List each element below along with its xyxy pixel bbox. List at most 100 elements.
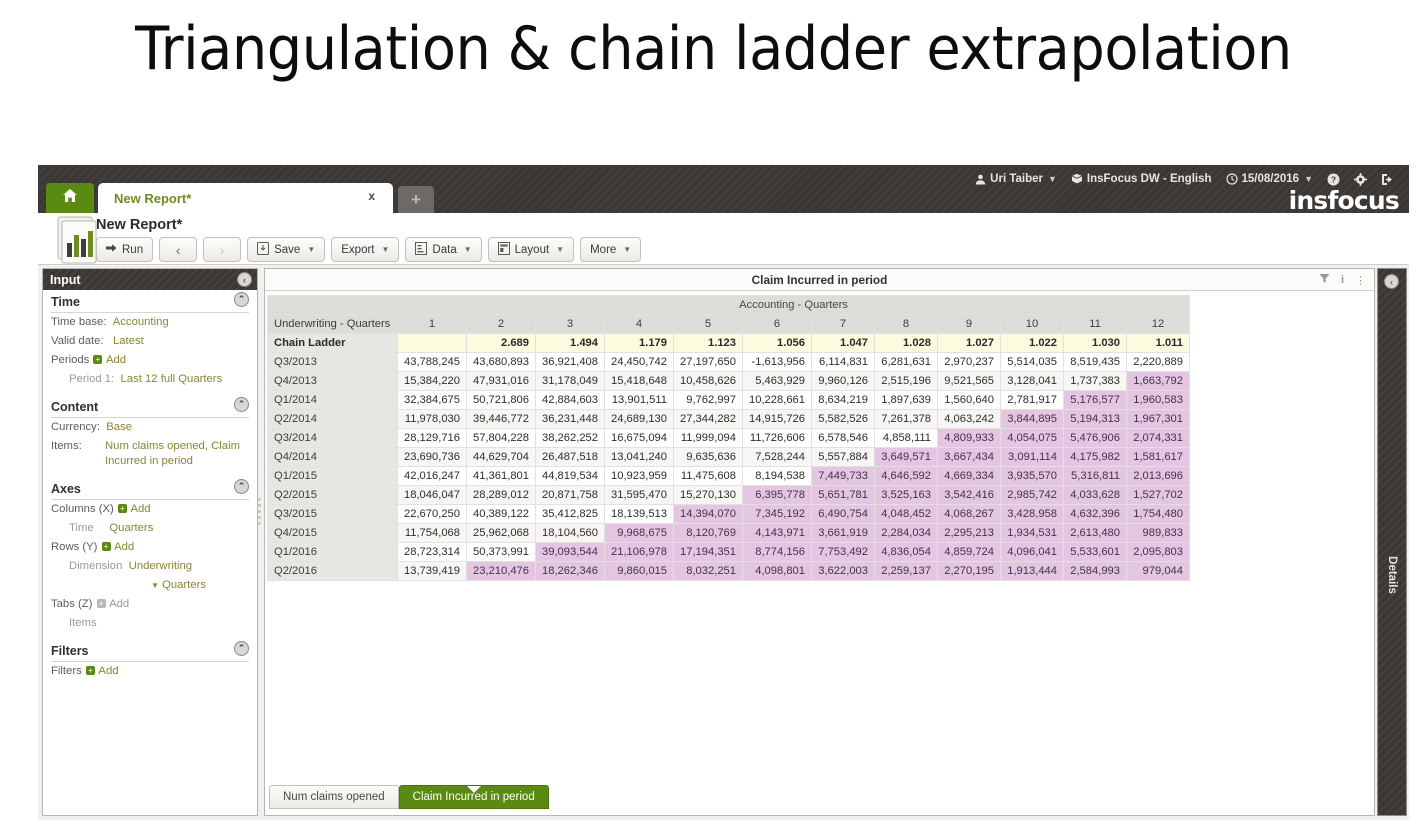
- cell-extrapolated[interactable]: 9,860,015: [604, 561, 674, 581]
- row-header-Q1/2016[interactable]: Q1/2016: [267, 542, 398, 562]
- collapse-left-icon[interactable]: ‹: [237, 272, 252, 287]
- rows-y-add-label[interactable]: Add: [114, 541, 134, 553]
- collapse-section-icon[interactable]: ⌃: [234, 397, 249, 412]
- cell-extrapolated[interactable]: 4,859,724: [937, 542, 1001, 562]
- cell-actual[interactable]: 31,178,049: [535, 371, 605, 391]
- cell-actual[interactable]: 23,690,736: [397, 447, 467, 467]
- row-header-Q2/2014[interactable]: Q2/2014: [267, 409, 398, 429]
- add-icon[interactable]: +: [101, 542, 111, 551]
- cell-extrapolated[interactable]: 3,091,114: [1000, 447, 1064, 467]
- cell-actual[interactable]: 15,384,220: [397, 371, 467, 391]
- column-header-3[interactable]: 3: [535, 314, 605, 334]
- row-header-Q3/2013[interactable]: Q3/2013: [267, 352, 398, 372]
- cell-extrapolated[interactable]: 1,960,583: [1126, 390, 1190, 410]
- valid-date-row[interactable]: Valid date: Latest: [51, 332, 249, 351]
- cell-extrapolated[interactable]: 5,316,811: [1063, 466, 1127, 486]
- cell-extrapolated[interactable]: 2,013,696: [1126, 466, 1190, 486]
- row-header-Q1/2014[interactable]: Q1/2014: [267, 390, 398, 410]
- cell-actual[interactable]: 4,858,111: [874, 428, 938, 448]
- cell-extrapolated[interactable]: 2,295,213: [937, 523, 1001, 543]
- cell-extrapolated[interactable]: 1,913,444: [1000, 561, 1064, 581]
- row-header-Q3/2014[interactable]: Q3/2014: [267, 428, 398, 448]
- column-header-6[interactable]: 6: [742, 314, 812, 334]
- cell-actual[interactable]: 2,970,237: [937, 352, 1001, 372]
- filters-row[interactable]: Filters + Add: [51, 662, 249, 681]
- currency-row[interactable]: Currency: Base: [51, 418, 249, 437]
- cell-extrapolated[interactable]: 2,270,195: [937, 561, 1001, 581]
- add-icon[interactable]: +: [85, 666, 95, 675]
- cell-actual[interactable]: 13,901,511: [604, 390, 674, 410]
- column-header-4[interactable]: 4: [604, 314, 674, 334]
- cell-extrapolated[interactable]: 1,527,702: [1126, 485, 1190, 505]
- kebab-menu-icon[interactable]: ⋮: [1355, 274, 1366, 287]
- cell-actual[interactable]: 3,128,041: [1000, 371, 1064, 391]
- add-icon[interactable]: +: [93, 355, 103, 364]
- cell-actual[interactable]: 9,960,126: [811, 371, 875, 391]
- column-header-7[interactable]: 7: [811, 314, 875, 334]
- cell-actual[interactable]: 22,670,250: [397, 504, 467, 524]
- cell-actual[interactable]: 38,262,252: [535, 428, 605, 448]
- cell-extrapolated[interactable]: 3,667,434: [937, 447, 1001, 467]
- cell-extrapolated[interactable]: 2,074,331: [1126, 428, 1190, 448]
- cell-actual[interactable]: 8,634,219: [811, 390, 875, 410]
- row-header-Q3/2015[interactable]: Q3/2015: [267, 504, 398, 524]
- tabs-z-row[interactable]: Tabs (Z) + Add: [51, 595, 249, 614]
- add-icon[interactable]: +: [117, 504, 127, 513]
- cell-actual[interactable]: 9,762,997: [673, 390, 743, 410]
- collapse-right-icon[interactable]: ‹: [1384, 274, 1399, 289]
- cell-extrapolated[interactable]: 3,844,895: [1000, 409, 1064, 429]
- item-tab-1[interactable]: Claim Incurred in period: [398, 785, 549, 809]
- cell-extrapolated[interactable]: 4,175,982: [1063, 447, 1127, 467]
- cell-extrapolated[interactable]: 14,394,070: [673, 504, 743, 524]
- cell-extrapolated[interactable]: 5,651,781: [811, 485, 875, 505]
- data-button[interactable]: Data ▼: [405, 237, 482, 262]
- cell-actual[interactable]: 2,515,196: [874, 371, 938, 391]
- cell-extrapolated[interactable]: 8,032,251: [673, 561, 743, 581]
- column-header-2[interactable]: 2: [466, 314, 536, 334]
- cell-actual[interactable]: 9,635,636: [673, 447, 743, 467]
- cell-extrapolated[interactable]: 5,194,313: [1063, 409, 1127, 429]
- cell-extrapolated[interactable]: 8,120,769: [673, 523, 743, 543]
- cell-actual[interactable]: 1,897,639: [874, 390, 938, 410]
- cell-actual[interactable]: 6,578,546: [811, 428, 875, 448]
- cell-extrapolated[interactable]: 3,542,416: [937, 485, 1001, 505]
- cell-extrapolated[interactable]: 7,345,192: [742, 504, 812, 524]
- cell-actual[interactable]: 15,270,130: [673, 485, 743, 505]
- export-button[interactable]: Export ▼: [331, 237, 400, 262]
- cell-extrapolated[interactable]: 3,649,571: [874, 447, 938, 467]
- add-icon[interactable]: +: [96, 599, 106, 608]
- cell-extrapolated[interactable]: 1,663,792: [1126, 371, 1190, 391]
- cell-extrapolated[interactable]: 4,646,592: [874, 466, 938, 486]
- columns-x-value-row[interactable]: Time Quarters: [51, 519, 249, 538]
- close-icon[interactable]: x: [368, 189, 375, 203]
- cell-actual[interactable]: 27,197,650: [673, 352, 743, 372]
- panel-resize-handle[interactable]: [257, 495, 262, 529]
- cell-actual[interactable]: 28,129,716: [397, 428, 467, 448]
- cell-actual[interactable]: 42,884,603: [535, 390, 605, 410]
- column-header-8[interactable]: 8: [874, 314, 938, 334]
- filter-icon[interactable]: [1319, 273, 1330, 287]
- cell-actual[interactable]: 28,723,314: [397, 542, 467, 562]
- collapse-section-icon[interactable]: ⌃: [234, 292, 249, 307]
- cell-extrapolated[interactable]: 1,967,301: [1126, 409, 1190, 429]
- cell-extrapolated[interactable]: 979,044: [1126, 561, 1190, 581]
- cell-actual[interactable]: 2,220,889: [1126, 352, 1190, 372]
- cell-extrapolated[interactable]: 1,581,617: [1126, 447, 1190, 467]
- cell-actual[interactable]: 2,781,917: [1000, 390, 1064, 410]
- info-icon[interactable]: i: [1341, 274, 1344, 286]
- cell-extrapolated[interactable]: 4,054,075: [1000, 428, 1064, 448]
- cell-actual[interactable]: 11,475,608: [673, 466, 743, 486]
- cell-extrapolated[interactable]: 4,809,933: [937, 428, 1001, 448]
- cell-extrapolated[interactable]: 1,934,531: [1000, 523, 1064, 543]
- cell-extrapolated[interactable]: 4,098,801: [742, 561, 812, 581]
- cell-actual[interactable]: 18,139,513: [604, 504, 674, 524]
- cell-actual[interactable]: 10,458,626: [673, 371, 743, 391]
- cell-actual[interactable]: 18,104,560: [535, 523, 605, 543]
- cell-extrapolated[interactable]: 4,836,054: [874, 542, 938, 562]
- cell-extrapolated[interactable]: 21,106,978: [604, 542, 674, 562]
- cell-extrapolated[interactable]: 3,525,163: [874, 485, 938, 505]
- cell-actual[interactable]: 50,373,991: [466, 542, 536, 562]
- filters-add-label[interactable]: Add: [98, 665, 118, 677]
- cell-actual[interactable]: 1,560,640: [937, 390, 1001, 410]
- column-header-11[interactable]: 11: [1063, 314, 1127, 334]
